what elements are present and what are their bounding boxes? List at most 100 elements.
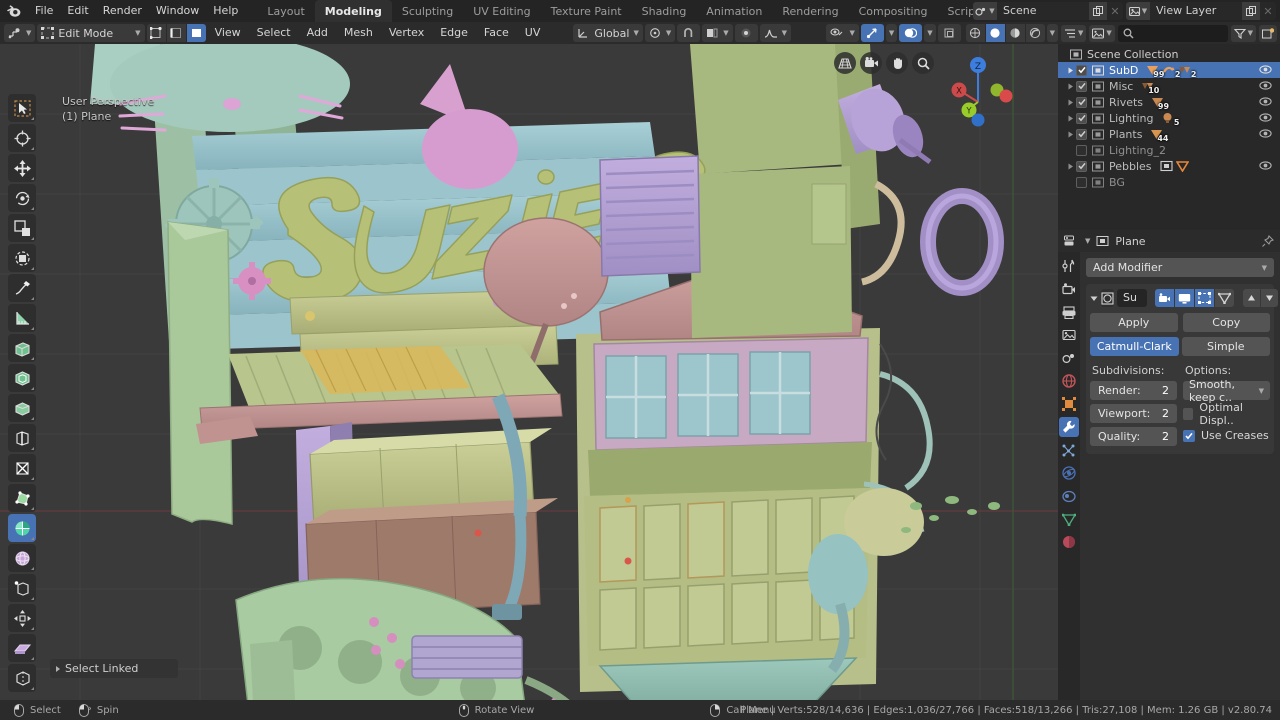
collection-checkbox[interactable]: [1076, 80, 1087, 92]
render-subdivisions-field[interactable]: Render: 2: [1090, 381, 1177, 400]
outliner-row-pebbles[interactable]: Pebbles: [1058, 158, 1280, 174]
outliner-search-input[interactable]: [1117, 24, 1228, 42]
rendered-shading-button[interactable]: [1025, 24, 1045, 42]
move-down-icon[interactable]: [1261, 289, 1278, 307]
knife-tool[interactable]: [8, 454, 36, 482]
proportional-falloff-selector[interactable]: ▼: [759, 24, 792, 42]
scene-name[interactable]: Scene: [997, 2, 1089, 20]
add-modifier-button[interactable]: Add Modifier ▼: [1086, 258, 1274, 277]
filter-funnel-icon[interactable]: ▼: [1230, 24, 1256, 42]
view-layer-name[interactable]: View Layer: [1150, 2, 1242, 20]
outliner-row-lighting-2[interactable]: Lighting_2: [1058, 142, 1280, 158]
material-tab[interactable]: [1059, 532, 1079, 552]
poly-build-tool[interactable]: [8, 484, 36, 512]
outliner-row-subd[interactable]: SubD 99 2 2: [1058, 62, 1280, 79]
realtime-visibility-toggle[interactable]: [1175, 289, 1194, 307]
tool-tab[interactable]: [1059, 256, 1079, 276]
visibility-eye-icon[interactable]: [1259, 160, 1272, 171]
move-up-icon[interactable]: [1243, 289, 1260, 307]
disclosure-triangle-icon[interactable]: [1064, 67, 1076, 74]
proportional-editing-toggle[interactable]: [734, 24, 758, 42]
gizmo-dropdown[interactable]: ▼: [885, 24, 898, 42]
3d-viewport[interactable]: User Perspective (1) Plane Z X Y Select …: [0, 44, 1058, 700]
solid-shading-button[interactable]: [985, 24, 1005, 42]
view-layer-icon[interactable]: ▼: [1126, 2, 1150, 20]
wireframe-shading-button[interactable]: [965, 24, 985, 42]
visibility-eye-icon[interactable]: [1259, 112, 1272, 123]
collection-checkbox[interactable]: [1076, 64, 1087, 76]
expand-triangle-icon[interactable]: [1090, 295, 1098, 302]
disclosure-triangle-icon[interactable]: [1064, 115, 1076, 122]
navigation-gizmo[interactable]: Z X Y: [940, 52, 1016, 128]
vertex-select-button[interactable]: [146, 24, 166, 42]
viewport-menu-view[interactable]: View: [208, 24, 248, 42]
tweak-select-box-tool[interactable]: [8, 94, 36, 122]
shading-dropdown[interactable]: ▼: [1046, 24, 1058, 42]
tab-sculpting[interactable]: Sculpting: [392, 0, 463, 22]
collection-checkbox[interactable]: [1076, 96, 1087, 108]
measure-tool[interactable]: [8, 304, 36, 332]
bevel-tool[interactable]: [8, 394, 36, 422]
object-visibility-selector[interactable]: ▼: [826, 24, 859, 42]
transform-orientation-selector[interactable]: Global ▼: [573, 24, 643, 42]
editor-type-selector[interactable]: ▼: [4, 24, 36, 42]
collection-checkbox[interactable]: [1076, 144, 1087, 156]
transform-tool[interactable]: [8, 244, 36, 272]
outliner-row-rivets[interactable]: Rivets 99: [1058, 94, 1280, 111]
snap-target-selector[interactable]: ▼: [702, 24, 733, 42]
overlays-toggle-button[interactable]: [899, 24, 923, 42]
tab-layout[interactable]: Layout: [257, 0, 314, 22]
outliner-row-bg[interactable]: BG: [1058, 174, 1280, 190]
collection-checkbox[interactable]: [1076, 128, 1087, 140]
outliner-editor[interactable]: ▼ ▼ ▼ Scene Collection SubD 99 2 2 Misc …: [1058, 22, 1280, 230]
collection-checkbox[interactable]: [1076, 160, 1087, 172]
viewport-menu-edge[interactable]: Edge: [433, 24, 475, 42]
zoom-view-icon[interactable]: [912, 52, 934, 74]
outliner-row-lighting[interactable]: Lighting 5: [1058, 110, 1280, 127]
blender-logo-icon[interactable]: [4, 2, 24, 20]
visibility-eye-icon[interactable]: [1259, 128, 1272, 139]
collection-checkbox[interactable]: [1076, 176, 1087, 188]
disclosure-triangle-icon[interactable]: [1064, 99, 1076, 106]
view-layer-selector[interactable]: ▼ View Layer ✕: [1126, 2, 1276, 20]
viewport-menu-uv[interactable]: UV: [518, 24, 548, 42]
tab-modeling[interactable]: Modeling: [314, 0, 392, 22]
snap-toggle-button[interactable]: [677, 24, 701, 42]
view-layer-tab[interactable]: [1059, 325, 1079, 345]
tab-texture-paint[interactable]: Texture Paint: [541, 0, 632, 22]
outliner-row-plants[interactable]: Plants 44: [1058, 126, 1280, 143]
outliner-row-misc[interactable]: Misc 10: [1058, 78, 1280, 95]
mode-selector[interactable]: Edit Mode ▼: [37, 24, 145, 42]
move-tool[interactable]: [8, 154, 36, 182]
disclosure-triangle-icon[interactable]: [1064, 83, 1076, 90]
viewport-menu-add[interactable]: Add: [300, 24, 335, 42]
annotate-tool[interactable]: [8, 274, 36, 302]
scene-selector[interactable]: ▼ Scene ✕: [973, 2, 1123, 20]
output-tab[interactable]: [1059, 302, 1079, 322]
inset-faces-tool[interactable]: [8, 364, 36, 392]
disclosure-triangle-icon[interactable]: [1064, 163, 1076, 170]
tab-shading[interactable]: Shading: [632, 0, 697, 22]
menu-window[interactable]: Window: [149, 2, 206, 20]
scene-icon[interactable]: ▼: [973, 2, 997, 20]
unlink-scene-icon[interactable]: ✕: [1107, 2, 1123, 20]
optimal-display-checkbox[interactable]: [1183, 407, 1194, 420]
pivot-point-selector[interactable]: ▼: [644, 24, 676, 42]
face-select-button[interactable]: [186, 24, 206, 42]
tab-uv-editing[interactable]: UV Editing: [463, 0, 540, 22]
toggle-camera-perspective-icon[interactable]: [834, 52, 856, 74]
shear-tool[interactable]: [8, 634, 36, 662]
xray-toggle-button[interactable]: [937, 24, 961, 42]
tab-compositing[interactable]: Compositing: [849, 0, 938, 22]
object-tab[interactable]: [1059, 394, 1079, 414]
visibility-eye-icon[interactable]: [1259, 96, 1272, 107]
rip-region-tool[interactable]: [8, 664, 36, 692]
quality-field[interactable]: Quality: 2: [1090, 427, 1177, 446]
viewport-menu-face[interactable]: Face: [477, 24, 516, 42]
copy-button[interactable]: Copy: [1182, 313, 1270, 332]
overlays-dropdown[interactable]: ▼: [924, 24, 936, 42]
simple-button[interactable]: Simple: [1181, 337, 1270, 356]
uv-smooth-dropdown[interactable]: Smooth, keep c.. ▼: [1183, 378, 1270, 404]
properties-editor[interactable]: ▼ Plane Add Modifier ▼ Su Apply Copy Cat…: [1058, 230, 1280, 704]
particles-tab[interactable]: [1059, 440, 1079, 460]
